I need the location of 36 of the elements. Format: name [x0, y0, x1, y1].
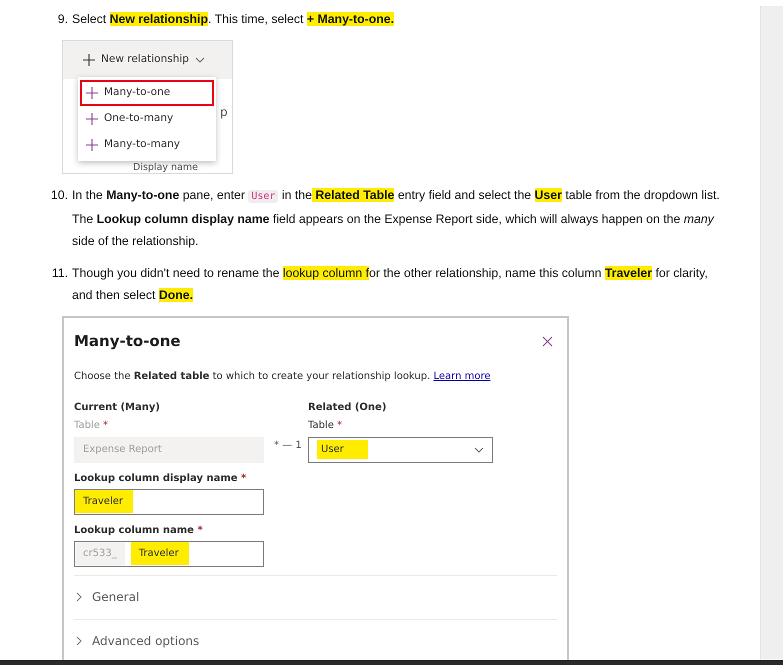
- dialog-description: Choose the Related table to which to create your relationship lookup. Learn more: [74, 370, 492, 384]
- close-icon[interactable]: [542, 336, 553, 347]
- menu-item[interactable]: Many-to-many: [80, 132, 214, 158]
- table-field: Expense Report: [74, 436, 264, 462]
- table-dropdown[interactable]: User: [308, 436, 493, 462]
- chevron-right-icon: [76, 636, 82, 646]
- menu-item[interactable]: Many-to-one: [80, 80, 214, 106]
- chevron-right-icon: [76, 592, 82, 602]
- relationship-connector: * — 1: [274, 438, 303, 452]
- step-text: Select New relationship. This time, select + Many-to-one.: [72, 11, 394, 28]
- plus-icon: [86, 113, 98, 125]
- step-number: 9.: [56, 11, 69, 28]
- text-field[interactable]: cr533_ Traveler: [74, 540, 264, 566]
- chevron-down-icon: [474, 446, 484, 452]
- column-heading: Current (Many): [74, 400, 161, 414]
- plus-icon: [83, 54, 95, 66]
- plus-icon: [86, 139, 98, 151]
- field-label: Lookup column name *: [74, 524, 204, 538]
- field-label: Table *: [308, 418, 344, 432]
- menu-item[interactable]: One-to-many: [80, 106, 214, 132]
- chevron-down-icon: [194, 57, 205, 63]
- step-text: Though you didn't need to rename the lookup column for the other relationship, name this column Traveler for clarity, and then select Done.: [72, 265, 709, 304]
- new-relationship-button[interactable]: New relationship: [63, 41, 232, 79]
- plus-icon: [86, 87, 98, 99]
- step-number: 11.: [50, 265, 69, 282]
- background-text: p: [220, 104, 228, 121]
- background-text: Display name: [133, 161, 198, 173]
- field-label: Lookup column display name *: [74, 472, 248, 486]
- text-field[interactable]: Traveler: [74, 488, 264, 514]
- section-header[interactable]: General: [74, 574, 557, 618]
- step-number: 10.: [50, 187, 69, 204]
- learn-more-link[interactable]: Learn more: [433, 370, 490, 382]
- dialog-title: Many-to-one: [74, 331, 181, 352]
- column-heading: Related (One): [308, 400, 388, 414]
- field-label: Table *: [74, 418, 110, 432]
- step-text: In the Many-to-one pane, enter User in the Related Table entry field and select the User table from the dropdown list. The Lookup column display name field appears on the Expense Report side, which will always happen on the many side of the relationship.: [72, 187, 720, 250]
